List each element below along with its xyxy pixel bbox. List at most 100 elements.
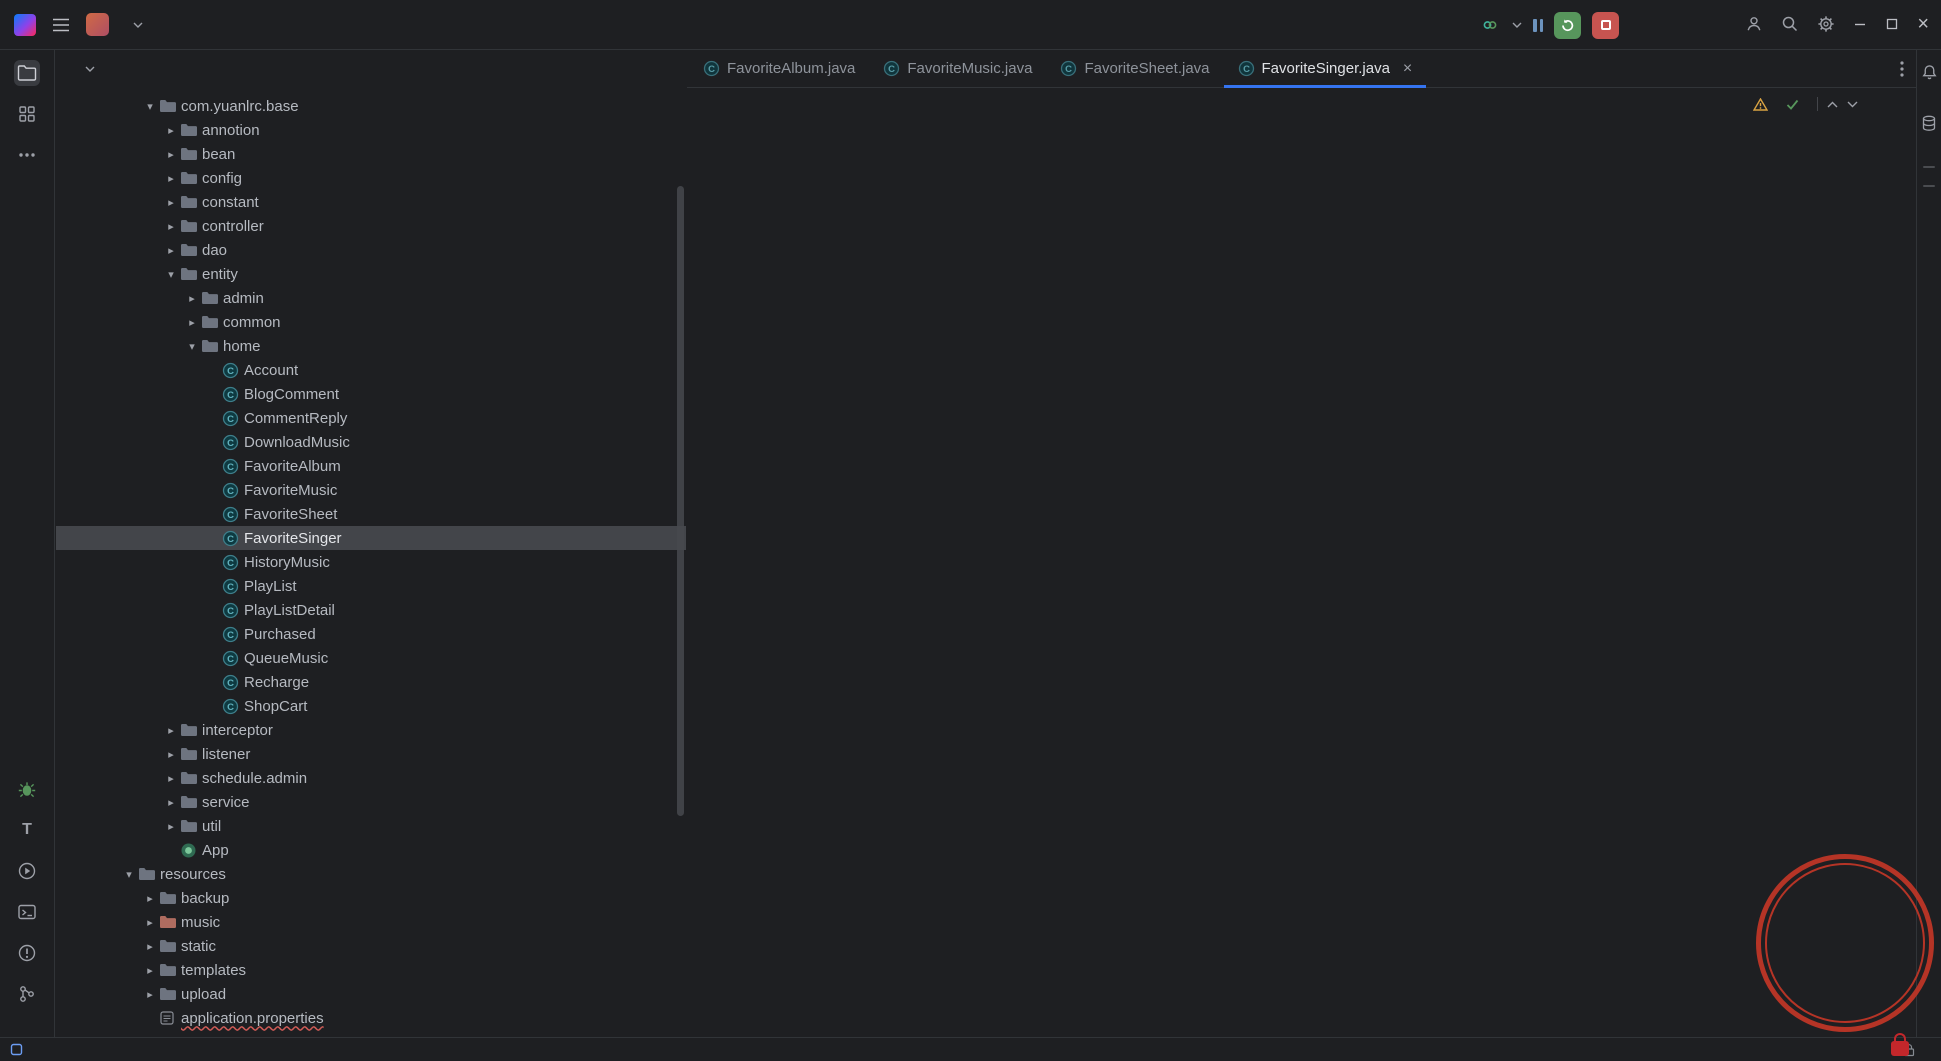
tree-item-Purchased[interactable]: C Purchased (56, 622, 686, 646)
pause-icon[interactable] (1533, 18, 1543, 32)
chevron-closed-icon[interactable]: ▸ (162, 796, 180, 809)
svg-text:C: C (888, 64, 895, 75)
more-tools-icon[interactable] (14, 142, 40, 168)
tree-item-FavoriteSheet[interactable]: C FavoriteSheet (56, 502, 686, 526)
chevron-closed-icon[interactable]: ▸ (162, 196, 180, 209)
chevron-closed-icon[interactable]: ▸ (141, 964, 159, 977)
tree-item-label: entity (202, 265, 238, 283)
stop-icon (1600, 20, 1611, 30)
tree-item-backup[interactable]: ▸ backup (56, 886, 686, 910)
tree-item-common[interactable]: ▸ common (56, 310, 686, 334)
code-area[interactable] (687, 88, 1916, 1037)
tab-FavoriteMusic.java[interactable]: C FavoriteMusic.java (869, 50, 1046, 87)
tree-item-CommentReply[interactable]: C CommentReply (56, 406, 686, 430)
tree-item-DownloadMusic[interactable]: C DownloadMusic (56, 430, 686, 454)
main-menu-button[interactable] (48, 12, 74, 38)
tree-item-config[interactable]: ▸ config (56, 166, 686, 190)
minimize-icon[interactable] (1853, 17, 1867, 31)
maximize-icon[interactable] (1885, 17, 1899, 31)
chevron-down-icon[interactable] (133, 22, 143, 28)
search-icon[interactable] (1781, 15, 1799, 33)
tree-item-ShopCart[interactable]: C ShopCart (56, 694, 686, 718)
tree-item-Account[interactable]: C Account (56, 358, 686, 382)
tree-item-annotion[interactable]: ▸ annotion (56, 118, 686, 142)
rerun-button[interactable] (1554, 11, 1581, 39)
debug-bug-icon[interactable] (14, 776, 40, 802)
tree-item-service[interactable]: ▸ service (56, 790, 686, 814)
chevron-closed-icon[interactable]: ▸ (162, 148, 180, 161)
tree-item-application.properties[interactable]: application.properties (56, 1006, 686, 1030)
tab-close-icon[interactable]: × (1403, 60, 1412, 76)
project-tree: ▾ com.yuanlrc.base ▸ annotion ▸ bean ▸ config ▸ c… (56, 88, 686, 1037)
tree-item-controller[interactable]: ▸ controller (56, 214, 686, 238)
tab-FavoriteSheet.java[interactable]: C FavoriteSheet.java (1046, 50, 1223, 87)
chevron-closed-icon[interactable]: ▸ (141, 892, 159, 905)
chevron-closed-icon[interactable]: ▸ (141, 988, 159, 1001)
title-bar: × (0, 0, 1941, 50)
chevron-closed-icon[interactable]: ▸ (162, 124, 180, 137)
project-scrollbar[interactable] (677, 186, 684, 816)
chevron-open-icon[interactable]: ▾ (141, 100, 159, 113)
tree-item-App[interactable]: App (56, 838, 686, 862)
tree-item-label: application.properties (181, 1009, 324, 1027)
tab-list-menu-icon[interactable] (1900, 50, 1904, 87)
tree-item-FavoriteAlbum[interactable]: C FavoriteAlbum (56, 454, 686, 478)
project-panel-header[interactable] (56, 50, 686, 88)
close-icon[interactable]: × (1917, 14, 1929, 34)
tree-item-PlayListDetail[interactable]: C PlayListDetail (56, 598, 686, 622)
chevron-closed-icon[interactable]: ▸ (162, 244, 180, 257)
tree-item-FavoriteMusic[interactable]: C FavoriteMusic (56, 478, 686, 502)
tree-item-entity[interactable]: ▾ entity (56, 262, 686, 286)
tree-item-schedule.admin[interactable]: ▸ schedule.admin (56, 766, 686, 790)
todo-tool-icon[interactable]: T (14, 817, 40, 843)
chevron-closed-icon[interactable]: ▸ (183, 316, 201, 329)
tree-item-bean[interactable]: ▸ bean (56, 142, 686, 166)
chevron-closed-icon[interactable]: ▸ (162, 220, 180, 233)
run-config-selector[interactable] (1482, 17, 1522, 33)
tree-item-HistoryMusic[interactable]: C HistoryMusic (56, 550, 686, 574)
run-tool-icon[interactable] (14, 858, 40, 884)
tree-item-upload[interactable]: ▸ upload (56, 982, 686, 1006)
chevron-closed-icon[interactable]: ▸ (141, 916, 159, 929)
chevron-closed-icon[interactable]: ▸ (162, 748, 180, 761)
tab-FavoriteSinger.java[interactable]: C FavoriteSinger.java × (1223, 50, 1427, 88)
tree-item-constant[interactable]: ▸ constant (56, 190, 686, 214)
settings-gear-icon[interactable] (1817, 15, 1835, 33)
chevron-closed-icon[interactable]: ▸ (183, 292, 201, 305)
chevron-open-icon[interactable]: ▾ (120, 868, 138, 881)
tree-item-com.yuanlrc.base[interactable]: ▾ com.yuanlrc.base (56, 94, 686, 118)
chevron-open-icon[interactable]: ▾ (183, 340, 201, 353)
tree-item-templates[interactable]: ▸ templates (56, 958, 686, 982)
problems-tool-icon[interactable] (14, 940, 40, 966)
terminal-tool-icon[interactable] (14, 899, 40, 925)
notifications-bell-icon[interactable] (1921, 64, 1938, 81)
chevron-closed-icon[interactable]: ▸ (141, 940, 159, 953)
profile-icon[interactable] (1745, 15, 1763, 33)
chevron-closed-icon[interactable]: ▸ (162, 772, 180, 785)
tree-item-admin[interactable]: ▸ admin (56, 286, 686, 310)
tree-item-PlayList[interactable]: C PlayList (56, 574, 686, 598)
tree-item-interceptor[interactable]: ▸ interceptor (56, 718, 686, 742)
tab-FavoriteAlbum.java[interactable]: C FavoriteAlbum.java (689, 50, 869, 87)
tree-item-listener[interactable]: ▸ listener (56, 742, 686, 766)
tree-item-Recharge[interactable]: C Recharge (56, 670, 686, 694)
tree-item-FavoriteSinger[interactable]: C FavoriteSinger (56, 526, 686, 550)
class-icon: C (222, 434, 244, 451)
tree-item-music[interactable]: ▸ music (56, 910, 686, 934)
chevron-closed-icon[interactable]: ▸ (162, 820, 180, 833)
structure-tool-icon[interactable] (14, 101, 40, 127)
stop-button[interactable] (1592, 11, 1619, 39)
chevron-closed-icon[interactable]: ▸ (162, 724, 180, 737)
tree-item-static[interactable]: ▸ static (56, 934, 686, 958)
git-tool-icon[interactable] (14, 981, 40, 1007)
tree-item-resources[interactable]: ▾ resources (56, 862, 686, 886)
chevron-open-icon[interactable]: ▾ (162, 268, 180, 281)
tree-item-BlogComment[interactable]: C BlogComment (56, 382, 686, 406)
tree-item-QueueMusic[interactable]: C QueueMusic (56, 646, 686, 670)
project-tool-icon[interactable] (14, 60, 40, 86)
tree-item-util[interactable]: ▸ util (56, 814, 686, 838)
database-icon[interactable] (1921, 115, 1937, 132)
tree-item-home[interactable]: ▾ home (56, 334, 686, 358)
chevron-closed-icon[interactable]: ▸ (162, 172, 180, 185)
tree-item-dao[interactable]: ▸ dao (56, 238, 686, 262)
